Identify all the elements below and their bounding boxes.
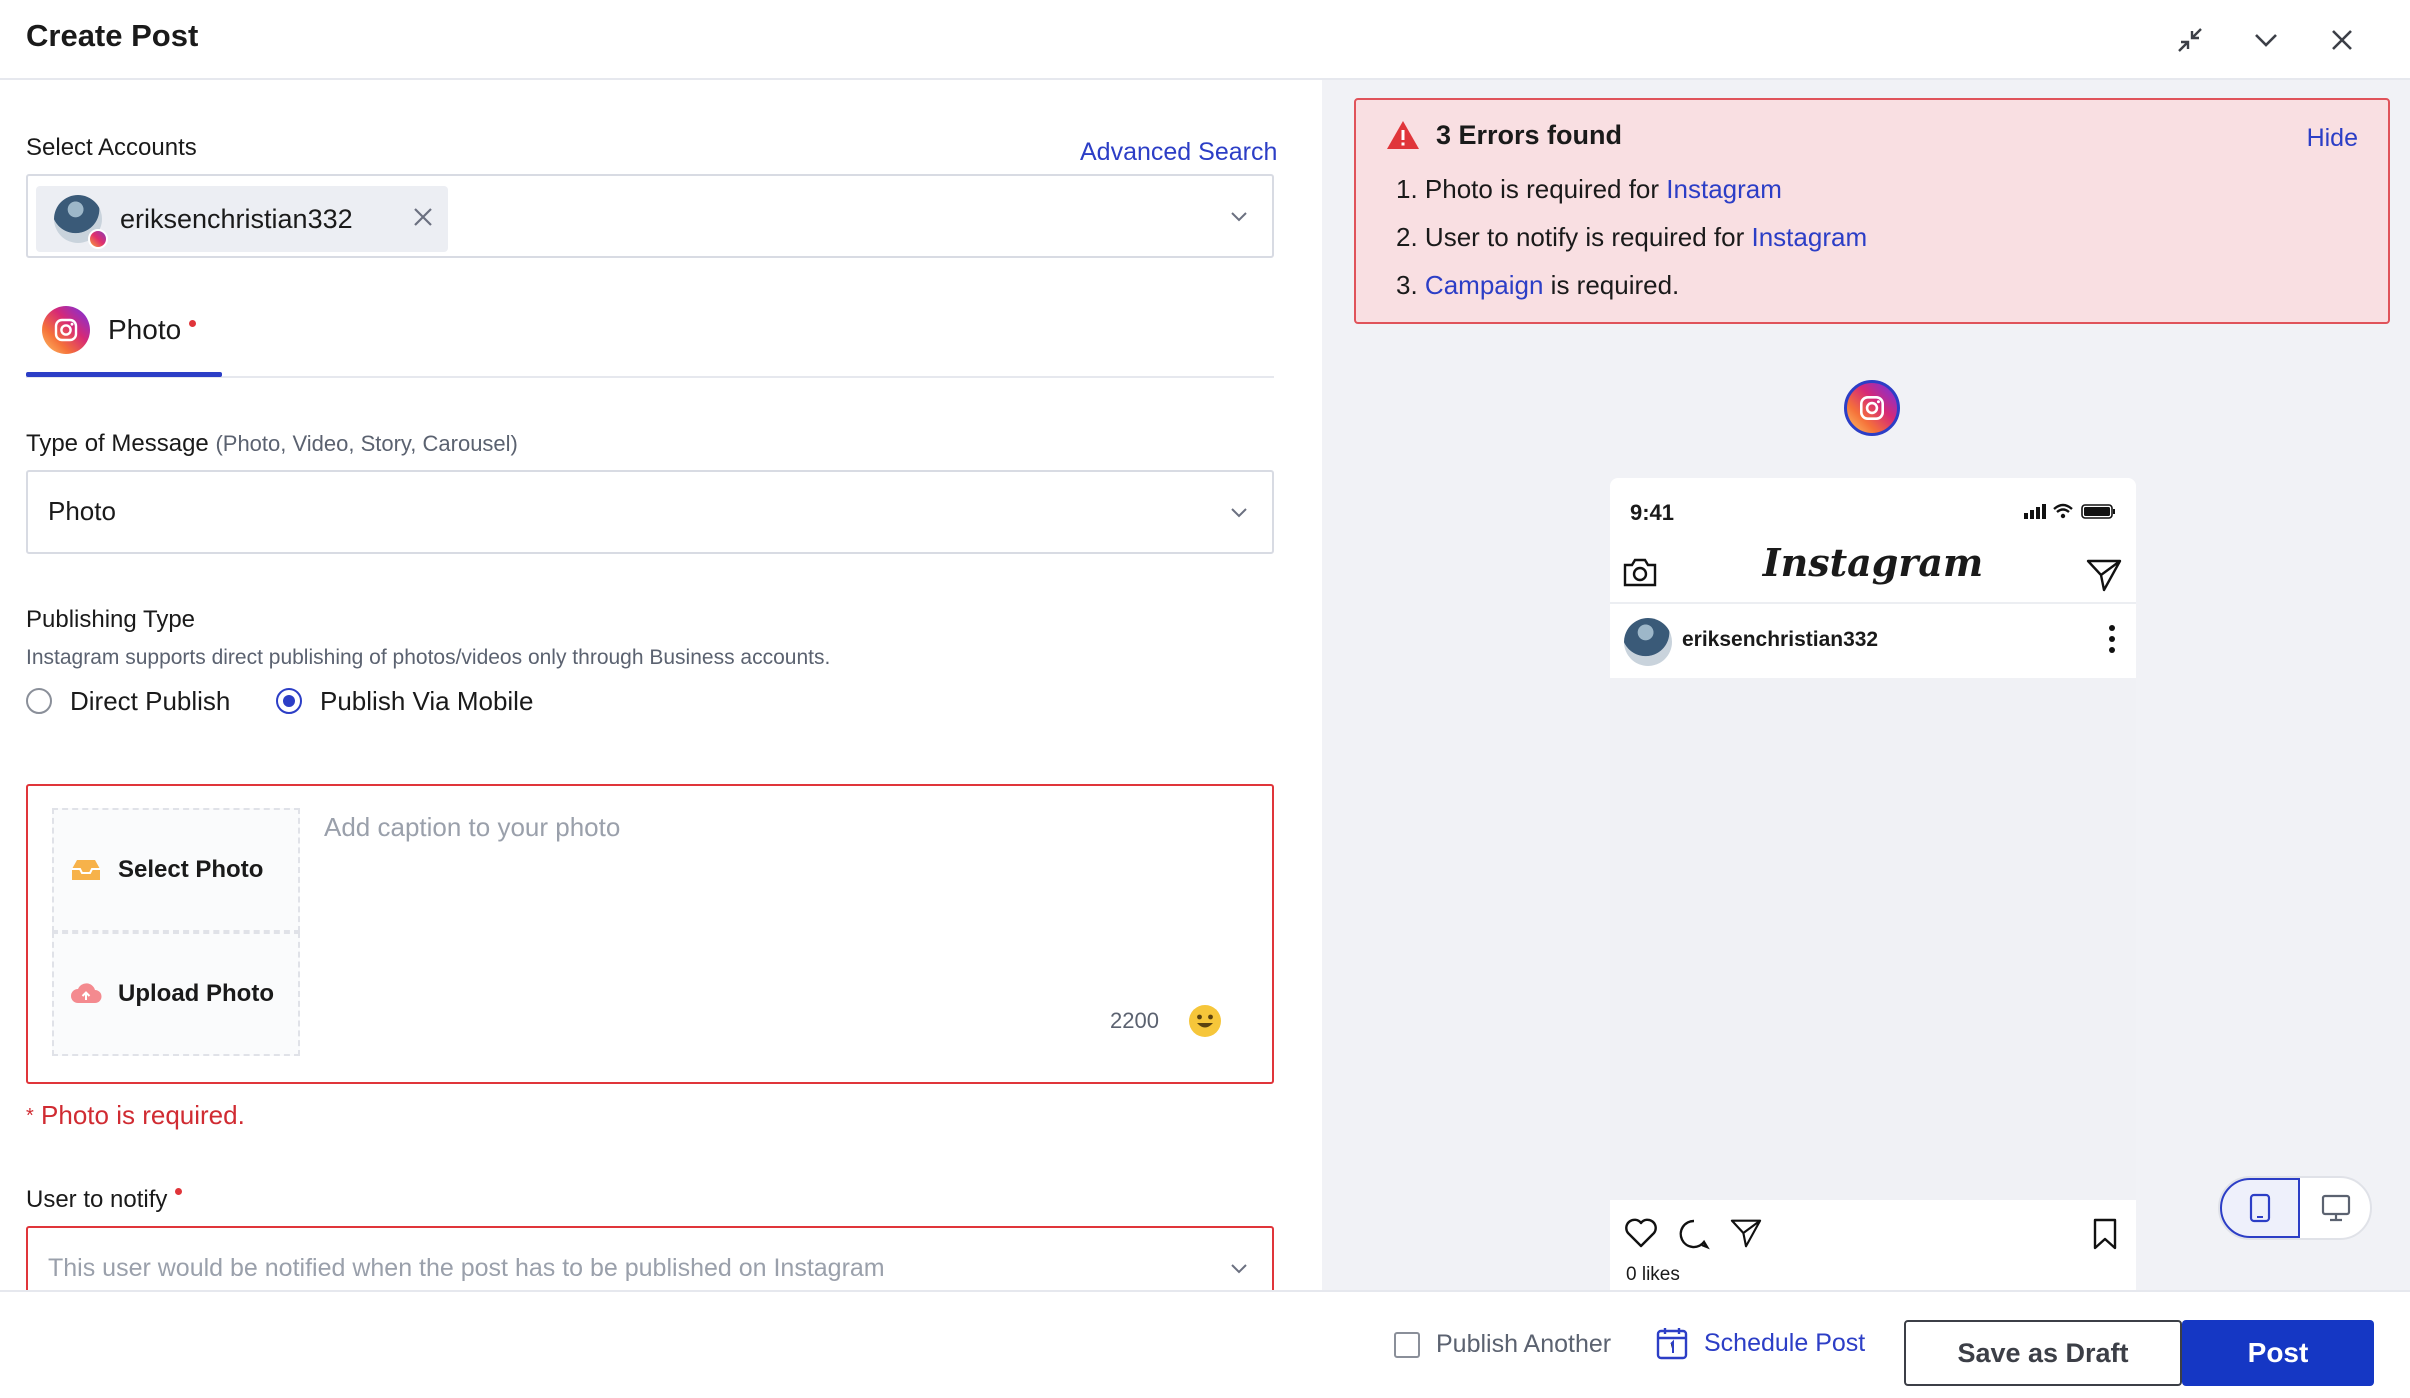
photo-error-text: Photo is required.: [41, 1100, 245, 1130]
avatar: [54, 195, 108, 249]
publish-via-mobile-radio[interactable]: [276, 688, 302, 714]
close-icon[interactable]: [2316, 14, 2368, 66]
device-toggle: [2218, 1176, 2372, 1240]
status-icons: [2024, 503, 2115, 519]
tab-label: Photo: [108, 314, 182, 345]
preview-avatar: [1624, 618, 1672, 666]
message-type-hint: (Photo, Video, Story, Carousel): [215, 431, 518, 456]
user-to-notify-placeholder: This user would be notified when the pos…: [48, 1254, 885, 1282]
schedule-post-button[interactable]: Schedule Post: [1656, 1326, 1865, 1360]
error-link-instagram[interactable]: Instagram: [1752, 222, 1868, 252]
direct-message-icon: [2086, 559, 2122, 592]
error-number: 2.: [1396, 222, 1418, 252]
error-item: 2. User to notify is required for Instag…: [1396, 222, 1867, 253]
error-text: User to notify is required for: [1424, 222, 1752, 252]
required-dot: [175, 1188, 183, 1195]
mobile-view-button[interactable]: [2220, 1178, 2300, 1238]
mobile-icon: [2249, 1193, 2271, 1223]
chevron-down-icon[interactable]: [2240, 14, 2292, 66]
modal-header: Create Post: [0, 0, 2410, 80]
share-icon: [1730, 1219, 1762, 1248]
message-type-label: Type of Message (Photo, Video, Story, Ca…: [26, 430, 518, 458]
cloud-upload-icon: [71, 983, 102, 1003]
publish-another-checkbox[interactable]: [1394, 1332, 1420, 1358]
preview-panel: 3 Errors found Hide 1. Photo is required…: [1322, 80, 2410, 1290]
phone-divider: [1610, 602, 2136, 604]
error-link-campaign[interactable]: Campaign: [1425, 270, 1544, 300]
collapse-icon[interactable]: [2164, 14, 2216, 66]
direct-publish-radio[interactable]: [26, 688, 52, 714]
chevron-down-icon: [1231, 212, 1247, 222]
likes-count: 0 likes: [1626, 1264, 1680, 1285]
error-text: is required.: [1543, 270, 1680, 300]
preview-username: eriksenchristian332: [1682, 628, 1879, 651]
schedule-post-label: Schedule Post: [1704, 1328, 1866, 1357]
char-count: 2200: [1110, 1008, 1159, 1033]
phone-preview: 9:41 Instagram eriksenchristian332 0 lik…: [1610, 478, 2136, 1290]
account-name: eriksenchristian332: [120, 203, 353, 234]
emoji-icon[interactable]: [1188, 1004, 1222, 1043]
save-as-draft-button[interactable]: Save as Draft: [1904, 1320, 2182, 1386]
instagram-mini-icon: [88, 229, 108, 249]
account-chip: eriksenchristian332: [36, 186, 448, 252]
publish-another-label: Publish Another: [1436, 1330, 1612, 1358]
error-number: 3.: [1396, 270, 1418, 300]
caption-input[interactable]: Add caption to your photo: [324, 812, 1224, 1032]
photo-error: * Photo is required.: [26, 1100, 245, 1130]
select-photo-button[interactable]: Select Photo: [52, 808, 300, 932]
message-type-select[interactable]: Photo: [26, 470, 1274, 554]
direct-publish-label: Direct Publish: [70, 686, 231, 716]
error-item: 3. Campaign is required.: [1396, 270, 1679, 301]
chevron-down-icon: [1231, 508, 1247, 518]
message-type-title: Type of Message: [26, 430, 209, 457]
bookmark-icon: [2093, 1218, 2117, 1250]
warning-icon: [1387, 121, 1419, 149]
tab-photo[interactable]: Photo: [42, 306, 197, 354]
inbox-icon: [72, 860, 100, 880]
desktop-icon: [2321, 1194, 2351, 1222]
calendar-icon: [1656, 1328, 1688, 1360]
chevron-down-icon: [1231, 1264, 1247, 1274]
error-link-instagram[interactable]: Instagram: [1666, 174, 1782, 204]
desktop-view-button[interactable]: [2298, 1178, 2374, 1238]
message-type-value: Photo: [48, 496, 116, 526]
publishing-type-label: Publishing Type: [26, 606, 196, 633]
preview-instagram-icon[interactable]: [1844, 380, 1900, 436]
post-form: Select Accounts Advanced Search eriksenc…: [0, 80, 1322, 1290]
user-to-notify-title: User to notify: [26, 1186, 168, 1213]
advanced-search-link[interactable]: Advanced Search: [1080, 138, 1277, 167]
page-title: Create Post: [26, 18, 199, 53]
instagram-icon: [42, 306, 90, 354]
active-tab-indicator: [26, 372, 222, 377]
select-photo-label: Select Photo: [118, 856, 264, 883]
error-item: 1. Photo is required for Instagram: [1396, 174, 1782, 205]
action-footer: Publish Another Schedule Post Save as Dr…: [0, 1290, 2410, 1398]
post-button[interactable]: Post: [2182, 1320, 2374, 1386]
error-number: 1.: [1396, 174, 1418, 204]
publish-via-mobile-label: Publish Via Mobile: [320, 686, 534, 716]
error-text: Photo is required for: [1424, 174, 1667, 204]
upload-photo-button[interactable]: Upload Photo: [52, 932, 300, 1056]
required-dot: [189, 319, 197, 327]
post-media-placeholder: [1610, 678, 2136, 1200]
hide-errors-link[interactable]: Hide: [2307, 124, 2358, 153]
error-summary: 3 Errors found Hide 1. Photo is required…: [1354, 98, 2390, 324]
instagram-logo: Instagram: [1762, 540, 1984, 585]
comment-icon: [1679, 1219, 1710, 1250]
remove-account-icon[interactable]: [412, 206, 434, 233]
user-to-notify-label: User to notify: [26, 1186, 183, 1214]
publishing-type-hint: Instagram supports direct publishing of …: [26, 646, 831, 669]
error-title: 3 Errors found: [1436, 120, 1623, 150]
heart-icon: [1625, 1218, 1657, 1248]
user-to-notify-select[interactable]: This user would be notified when the pos…: [26, 1226, 1274, 1290]
select-accounts-label: Select Accounts: [26, 134, 197, 161]
more-options-icon: [2109, 625, 2115, 653]
upload-photo-label: Upload Photo: [118, 980, 274, 1007]
status-time: 9:41: [1630, 500, 1675, 525]
accounts-select[interactable]: eriksenchristian332: [26, 174, 1274, 258]
